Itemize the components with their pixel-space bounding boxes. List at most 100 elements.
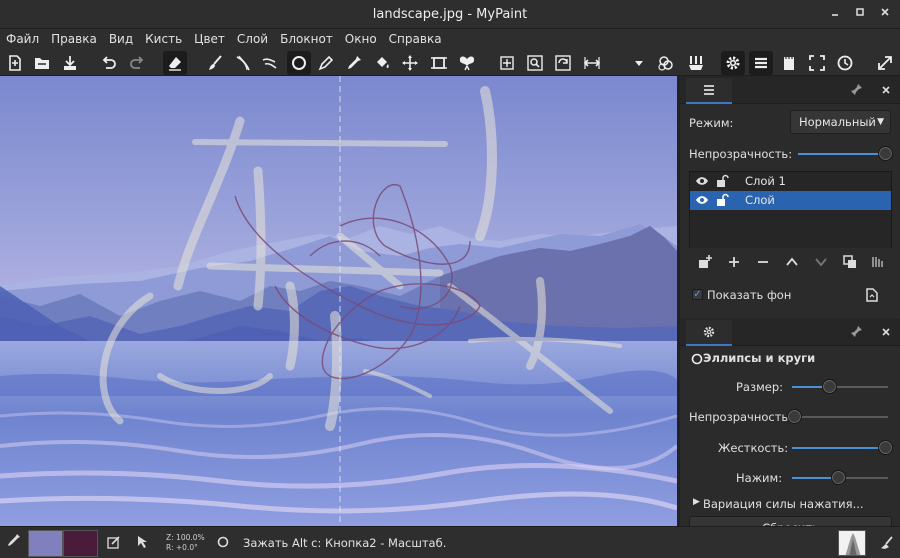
background-file-icon[interactable] [864, 287, 880, 303]
cursor-icon[interactable] [136, 535, 150, 552]
brush-preview-thumbnail[interactable] [838, 530, 866, 556]
menu-help[interactable]: Справка [383, 29, 448, 49]
add-layer-icon[interactable] [692, 250, 718, 274]
layer-row-selected[interactable]: Слой [690, 191, 891, 210]
plus-icon[interactable] [721, 250, 747, 274]
symmetry-icon[interactable] [455, 51, 479, 75]
eye-icon[interactable] [695, 193, 709, 213]
brush-edit-icon[interactable] [107, 535, 121, 552]
color-mix-icon[interactable] [654, 51, 678, 75]
layers-icon[interactable] [749, 51, 773, 75]
open-icon[interactable] [30, 51, 54, 75]
history-icon[interactable] [833, 51, 857, 75]
new-document-icon[interactable] [3, 51, 27, 75]
status-hint: Зажать Alt с: Кнопка2 - Масштаб. [243, 536, 447, 550]
menu-scratchpad[interactable]: Блокнот [274, 29, 339, 49]
hardness-knob[interactable] [878, 440, 893, 455]
tool-options-tab[interactable] [686, 320, 732, 346]
tool-options-header [680, 318, 900, 346]
layers-panel-header [680, 76, 900, 104]
rotation-readout: R: +0.0° [166, 543, 198, 552]
close-icon[interactable] [878, 82, 894, 98]
layer-name: Слой 1 [745, 174, 786, 188]
size-label: Размер: [736, 380, 784, 394]
minimize-icon[interactable] [828, 7, 842, 21]
duplicate-layer-icon[interactable] [837, 250, 863, 274]
layer-opacity-knob[interactable] [878, 146, 893, 161]
pressure-label: Нажим: [736, 471, 783, 485]
menu-color[interactable]: Цвет [188, 29, 231, 49]
gear-icon [703, 326, 715, 338]
close-icon[interactable] [878, 324, 894, 340]
drawing-canvas[interactable] [0, 76, 677, 526]
layer-opacity-label: Непрозрачность: [689, 147, 793, 161]
brush-settings-icon[interactable] [878, 535, 894, 554]
menu-edit[interactable]: Правка [45, 29, 103, 49]
unlock-icon[interactable] [715, 193, 729, 213]
layer-properties-icon[interactable] [864, 250, 890, 274]
save-icon[interactable] [58, 51, 82, 75]
menu-bar: Файл Правка Вид Кисть Цвет Слой Блокнот Окно Спр… [0, 29, 900, 49]
pan-icon[interactable] [495, 51, 519, 75]
background-color-swatch[interactable] [63, 530, 98, 557]
pen-icon[interactable] [314, 51, 338, 75]
settings-icon[interactable] [721, 51, 745, 75]
expander-arrow-icon[interactable]: ▶ [693, 497, 700, 507]
layer-list: Слой 1 Слой [689, 171, 892, 249]
pin-icon[interactable] [848, 324, 864, 340]
smudge-icon[interactable] [258, 51, 282, 75]
menu-brush[interactable]: Кисть [139, 29, 188, 49]
layer-row[interactable]: Слой 1 [690, 172, 891, 191]
ellipse-icon[interactable] [287, 51, 311, 75]
undo-icon[interactable] [97, 51, 121, 75]
show-background-checkbox[interactable]: ✓ [692, 289, 703, 300]
zoom-rotation-info: Z: 100.0% R: +0.0° [166, 533, 205, 553]
layers-tab[interactable] [686, 78, 732, 104]
status-bar: Z: 100.0% R: +0.0° Зажать Alt с: Кнопка2… [0, 526, 900, 558]
fill-icon[interactable] [370, 51, 394, 75]
menu-file[interactable]: Файл [0, 29, 45, 49]
scratchpad-icon[interactable] [777, 51, 801, 75]
zoom-icon[interactable] [523, 51, 547, 75]
fullscreen-icon[interactable] [805, 51, 829, 75]
minus-icon[interactable] [750, 250, 776, 274]
tool-name: Эллипсы и круги [703, 351, 816, 365]
inking-icon[interactable] [231, 51, 255, 75]
redo-icon[interactable] [125, 51, 149, 75]
blend-mode-select[interactable]: Нормальный ▼ [790, 110, 891, 134]
menu-window[interactable]: Окно [339, 29, 383, 49]
rotate-icon[interactable] [551, 51, 575, 75]
ellipse-icon [217, 536, 229, 551]
pressure-knob[interactable] [831, 470, 846, 485]
eraser-icon[interactable] [163, 51, 187, 75]
foreground-color-swatch[interactable] [28, 530, 63, 557]
move-icon[interactable] [398, 51, 422, 75]
pressure-variation-expander[interactable]: Вариация силы нажатия... [703, 497, 864, 511]
expand-icon[interactable] [873, 51, 897, 75]
layer-opacity-slider[interactable] [798, 153, 888, 155]
maximize-icon[interactable] [853, 7, 867, 21]
frame-icon[interactable] [427, 51, 451, 75]
move-up-icon[interactable] [779, 250, 805, 274]
menu-layer[interactable]: Слой [231, 29, 274, 49]
size-knob[interactable] [822, 379, 837, 394]
hardness-label: Жесткость: [718, 441, 789, 455]
brushes-icon[interactable] [684, 51, 708, 75]
tool-opacity-knob[interactable] [787, 409, 802, 424]
picker-icon[interactable] [7, 533, 21, 552]
brush-icon[interactable] [203, 51, 227, 75]
chevron-down-icon: ▼ [877, 117, 884, 127]
size-slider[interactable] [830, 386, 888, 388]
hardness-slider[interactable] [792, 447, 888, 449]
close-icon[interactable] [878, 7, 892, 21]
title-bar: landscape.jpg - MyPaint [0, 0, 900, 29]
move-down-icon[interactable] [808, 250, 834, 274]
menu-view[interactable]: Вид [103, 29, 139, 49]
flip-icon[interactable] [580, 51, 604, 75]
color-picker-icon[interactable] [342, 51, 366, 75]
tool-opacity-slider[interactable] [792, 416, 888, 418]
dropdown-icon[interactable] [627, 51, 651, 75]
show-background-label: Показать фон [707, 288, 792, 302]
pin-icon[interactable] [848, 82, 864, 98]
main-toolbar [0, 49, 900, 76]
